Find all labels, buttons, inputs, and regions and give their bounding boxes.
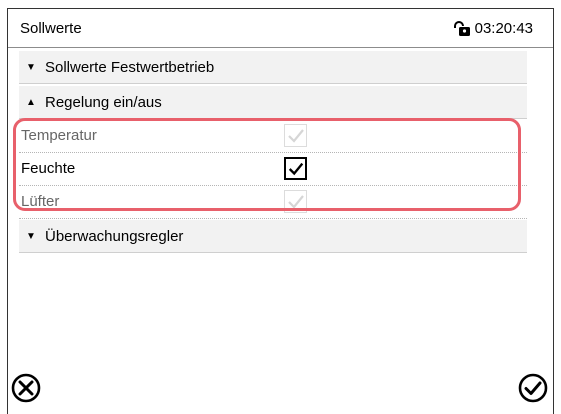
- row-luefter: Lüfter: [19, 186, 527, 219]
- row-feuchte[interactable]: Feuchte: [19, 153, 527, 186]
- section-regelung-ein-aus[interactable]: ▲ Regelung ein/aus: [19, 86, 527, 119]
- row-label: Feuchte: [21, 160, 76, 177]
- row-label: Lüfter: [21, 193, 60, 210]
- clock-time: 03:20:43: [474, 20, 533, 37]
- page-title: Sollwerte: [20, 20, 82, 37]
- row-label: Temperatur: [21, 127, 97, 144]
- row-temperatur: Temperatur: [19, 120, 527, 153]
- luefter-checkbox: [284, 190, 307, 213]
- feuchte-checkbox[interactable]: [284, 157, 307, 180]
- expand-arrow-icon: ▲: [26, 96, 36, 108]
- section-sollwerte-festwertbetrieb[interactable]: ▼ Sollwerte Festwertbetrieb: [19, 51, 527, 84]
- lock-icon: [453, 20, 470, 36]
- cancel-button[interactable]: [10, 372, 42, 404]
- section-ueberwachungsregler[interactable]: ▼ Überwachungsregler: [19, 220, 527, 253]
- section-label: Sollwerte Festwertbetrieb: [45, 58, 215, 76]
- section-label: Regelung ein/aus: [45, 93, 162, 111]
- collapse-arrow-icon: ▼: [26, 61, 36, 73]
- confirm-icon: [518, 373, 548, 403]
- cancel-icon: [11, 373, 41, 403]
- title-bar: Sollwerte 03:20:43: [8, 9, 553, 48]
- collapse-arrow-icon: ▼: [26, 230, 36, 242]
- temperatur-checkbox: [284, 124, 307, 147]
- confirm-button[interactable]: [517, 372, 549, 404]
- clock: 03:20:43: [452, 20, 533, 37]
- section-label: Überwachungsregler: [45, 227, 184, 245]
